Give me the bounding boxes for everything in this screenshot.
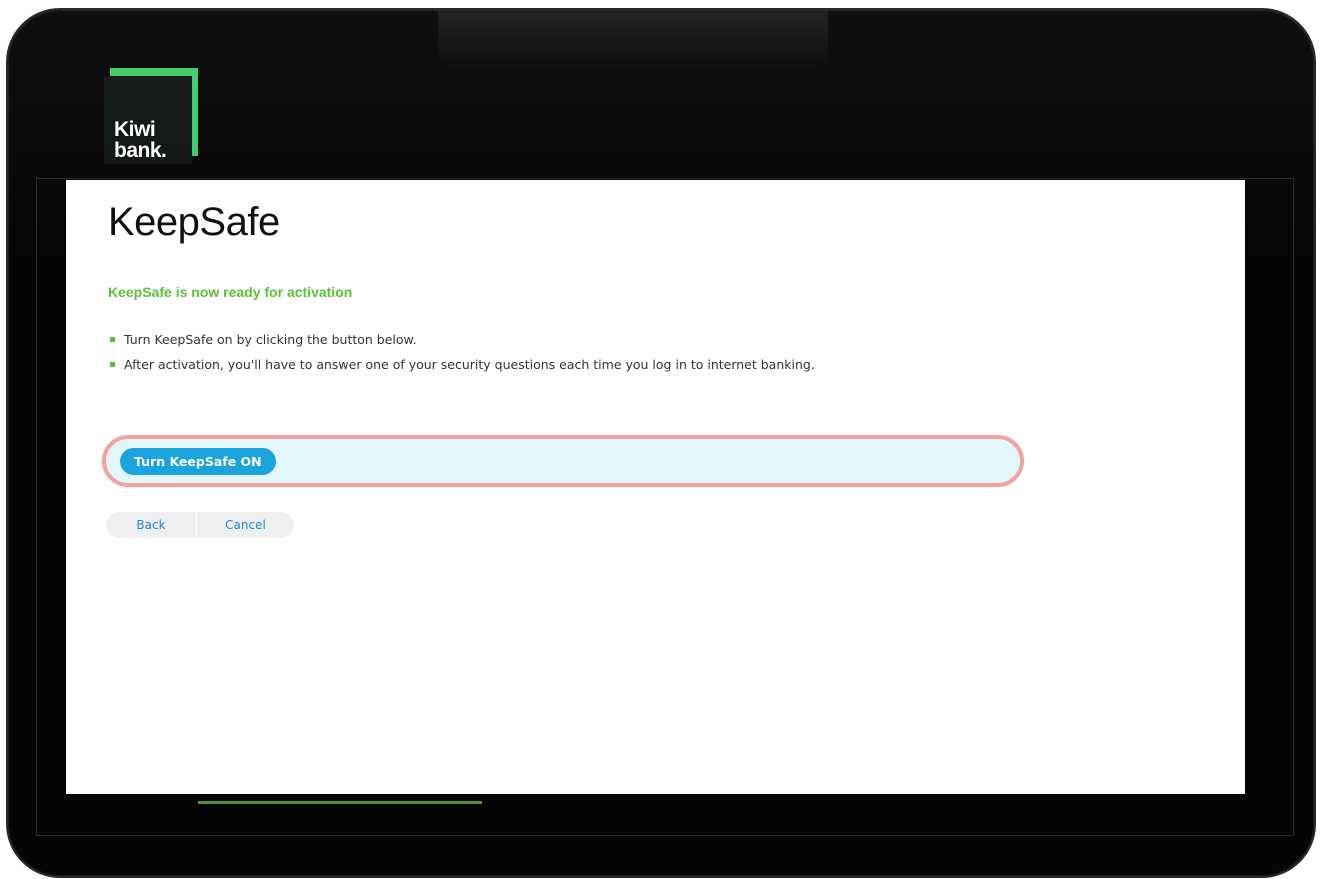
instruction-item: Turn KeepSafe on by clicking the button … [108,330,888,349]
instruction-text: After activation, you'll have to answer … [124,357,815,372]
page-content: KeepSafe KeepSafe is now ready for activ… [66,180,1245,794]
bullet-icon [110,337,115,342]
navigation-button-group: Back Cancel [106,512,294,538]
highlight-callout: Turn KeepSafe ON [102,435,1024,487]
back-button[interactable]: Back [106,512,196,538]
activation-status-heading: KeepSafe is now ready for activation [108,284,353,300]
cancel-button[interactable]: Cancel [196,512,294,538]
instruction-text: Turn KeepSafe on by clicking the button … [124,332,417,347]
turn-keepsafe-on-button[interactable]: Turn KeepSafe ON [120,448,276,475]
tablet-sheen [438,10,828,70]
instruction-item: After activation, you'll have to answer … [108,355,888,374]
instruction-list: Turn KeepSafe on by clicking the button … [108,330,888,380]
kiwibank-logo: Kiwi bank. [104,68,200,164]
logo-text: Kiwi bank. [114,118,167,162]
bullet-icon [110,362,115,367]
bottom-accent-bar [198,801,482,804]
page-title: KeepSafe [108,200,280,244]
logo-dark-square: Kiwi bank. [104,76,192,164]
